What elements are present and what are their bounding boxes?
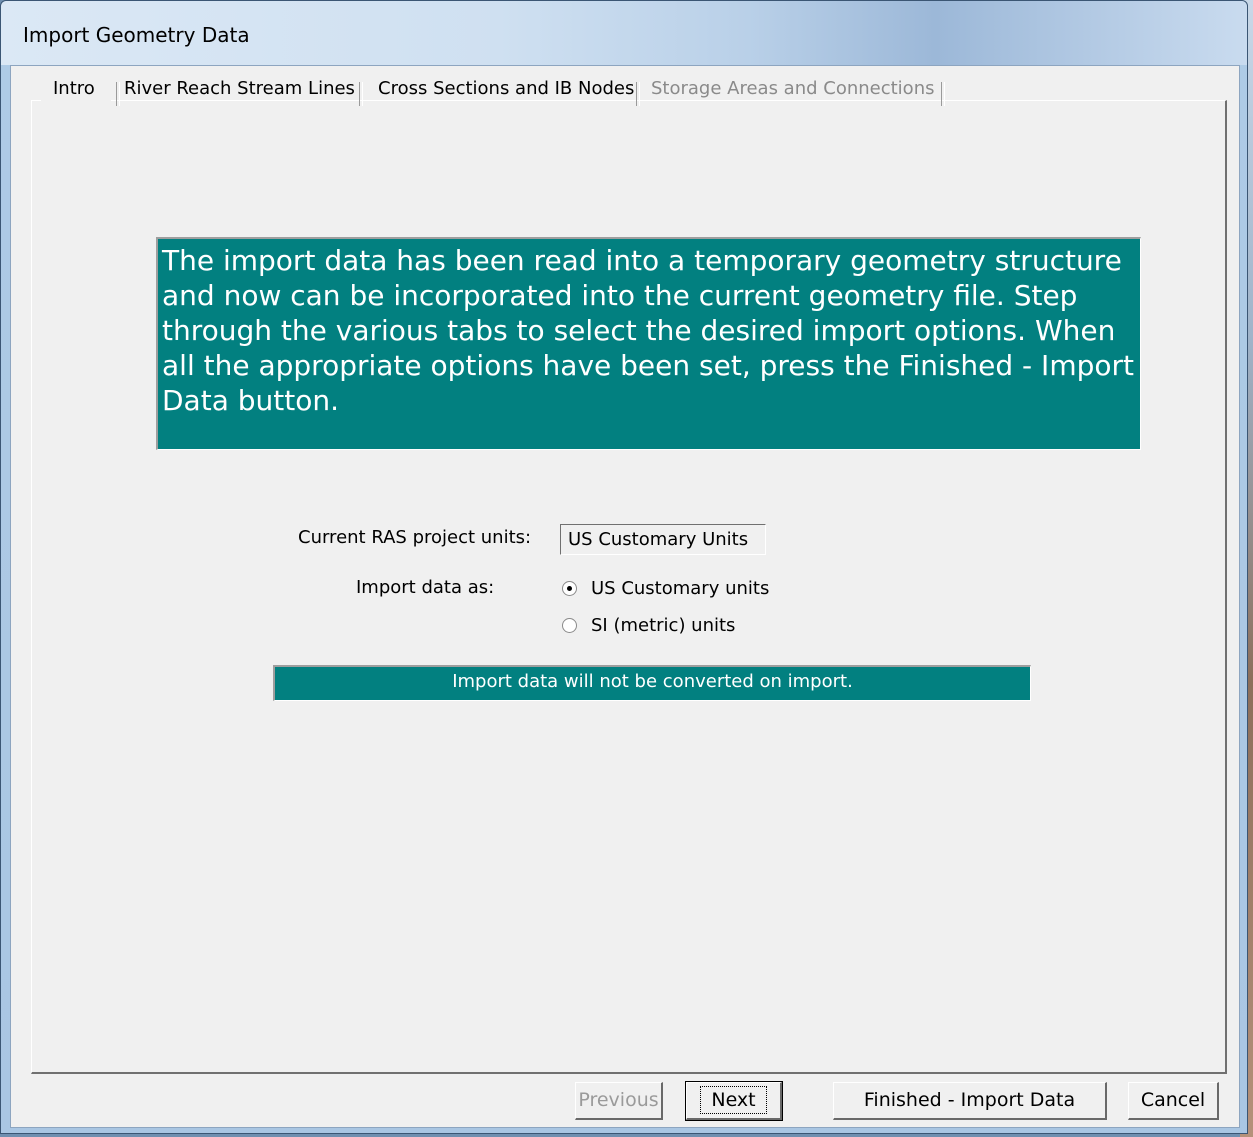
- window-title: Import Geometry Data: [23, 23, 250, 47]
- conversion-status: Import data will not be converted on imp…: [273, 665, 1031, 701]
- dialog-client-area: The import data has been read into a tem…: [10, 65, 1240, 1128]
- tab-cross-sections-ib-nodes[interactable]: Cross Sections and IB Nodes: [378, 74, 634, 104]
- tab-separator: [636, 82, 640, 106]
- cancel-button[interactable]: Cancel: [1128, 1082, 1219, 1120]
- tab-intro[interactable]: Intro: [41, 74, 111, 104]
- radio-us-customary[interactable]: US Customary units: [562, 575, 769, 601]
- current-units-field: US Customary Units: [560, 524, 766, 555]
- tab-storage-areas-connections[interactable]: Storage Areas and Connections: [651, 74, 934, 104]
- tab-river-reach-stream-lines[interactable]: River Reach Stream Lines: [124, 74, 355, 104]
- tab-separator: [941, 82, 945, 106]
- radio-si-metric-label: SI (metric) units: [591, 614, 736, 636]
- current-units-label: Current RAS project units:: [298, 527, 532, 548]
- radio-si-metric[interactable]: SI (metric) units: [562, 612, 735, 638]
- radio-us-customary-indicator[interactable]: [562, 580, 577, 596]
- tab-separator: [116, 82, 120, 106]
- radio-si-metric-indicator[interactable]: [562, 617, 577, 633]
- previous-button[interactable]: Previous: [575, 1082, 663, 1120]
- intro-message: The import data has been read into a tem…: [156, 237, 1141, 450]
- next-button-label: Next: [700, 1086, 767, 1114]
- import-geometry-dialog: Import Geometry Data The import data has…: [0, 0, 1248, 1134]
- title-bar[interactable]: Import Geometry Data: [1, 1, 1247, 65]
- tab-panel-intro: The import data has been read into a tem…: [31, 100, 1227, 1074]
- radio-us-customary-label: US Customary units: [591, 577, 770, 599]
- next-button[interactable]: Next: [685, 1081, 783, 1121]
- import-as-label: Import data as:: [356, 577, 495, 598]
- finished-import-data-button[interactable]: Finished - Import Data: [833, 1082, 1107, 1120]
- tab-separator: [359, 82, 363, 106]
